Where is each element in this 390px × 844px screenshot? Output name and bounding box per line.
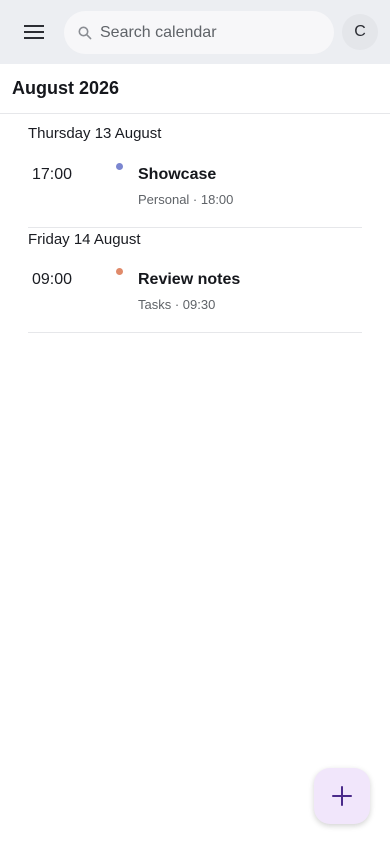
search-bar[interactable] xyxy=(64,11,334,54)
divider xyxy=(0,113,390,114)
event-meta: Tasks · 09:30 xyxy=(138,297,216,312)
menu-button[interactable] xyxy=(14,12,54,52)
account-avatar[interactable]: C xyxy=(342,14,378,50)
event-meta: Personal · 18:00 xyxy=(138,192,234,207)
divider xyxy=(28,332,362,333)
hamburger-menu-icon xyxy=(24,25,44,39)
calendar-color-dot xyxy=(116,163,123,170)
event-title: Review notes xyxy=(138,271,241,288)
divider xyxy=(28,227,362,228)
create-event-button[interactable] xyxy=(314,768,370,824)
day-header: Friday 14 August xyxy=(28,231,141,248)
search-icon xyxy=(78,26,92,40)
plus-icon xyxy=(332,786,352,806)
event-time: 17:00 xyxy=(32,166,73,183)
search-input[interactable] xyxy=(100,23,320,42)
top-app-bar: C xyxy=(0,0,390,64)
month-title: August 2026 xyxy=(12,78,120,98)
event-time: 09:00 xyxy=(32,271,73,288)
day-header: Thursday 13 August xyxy=(28,125,162,142)
calendar-color-dot xyxy=(116,268,123,275)
event-title: Showcase xyxy=(138,166,217,183)
